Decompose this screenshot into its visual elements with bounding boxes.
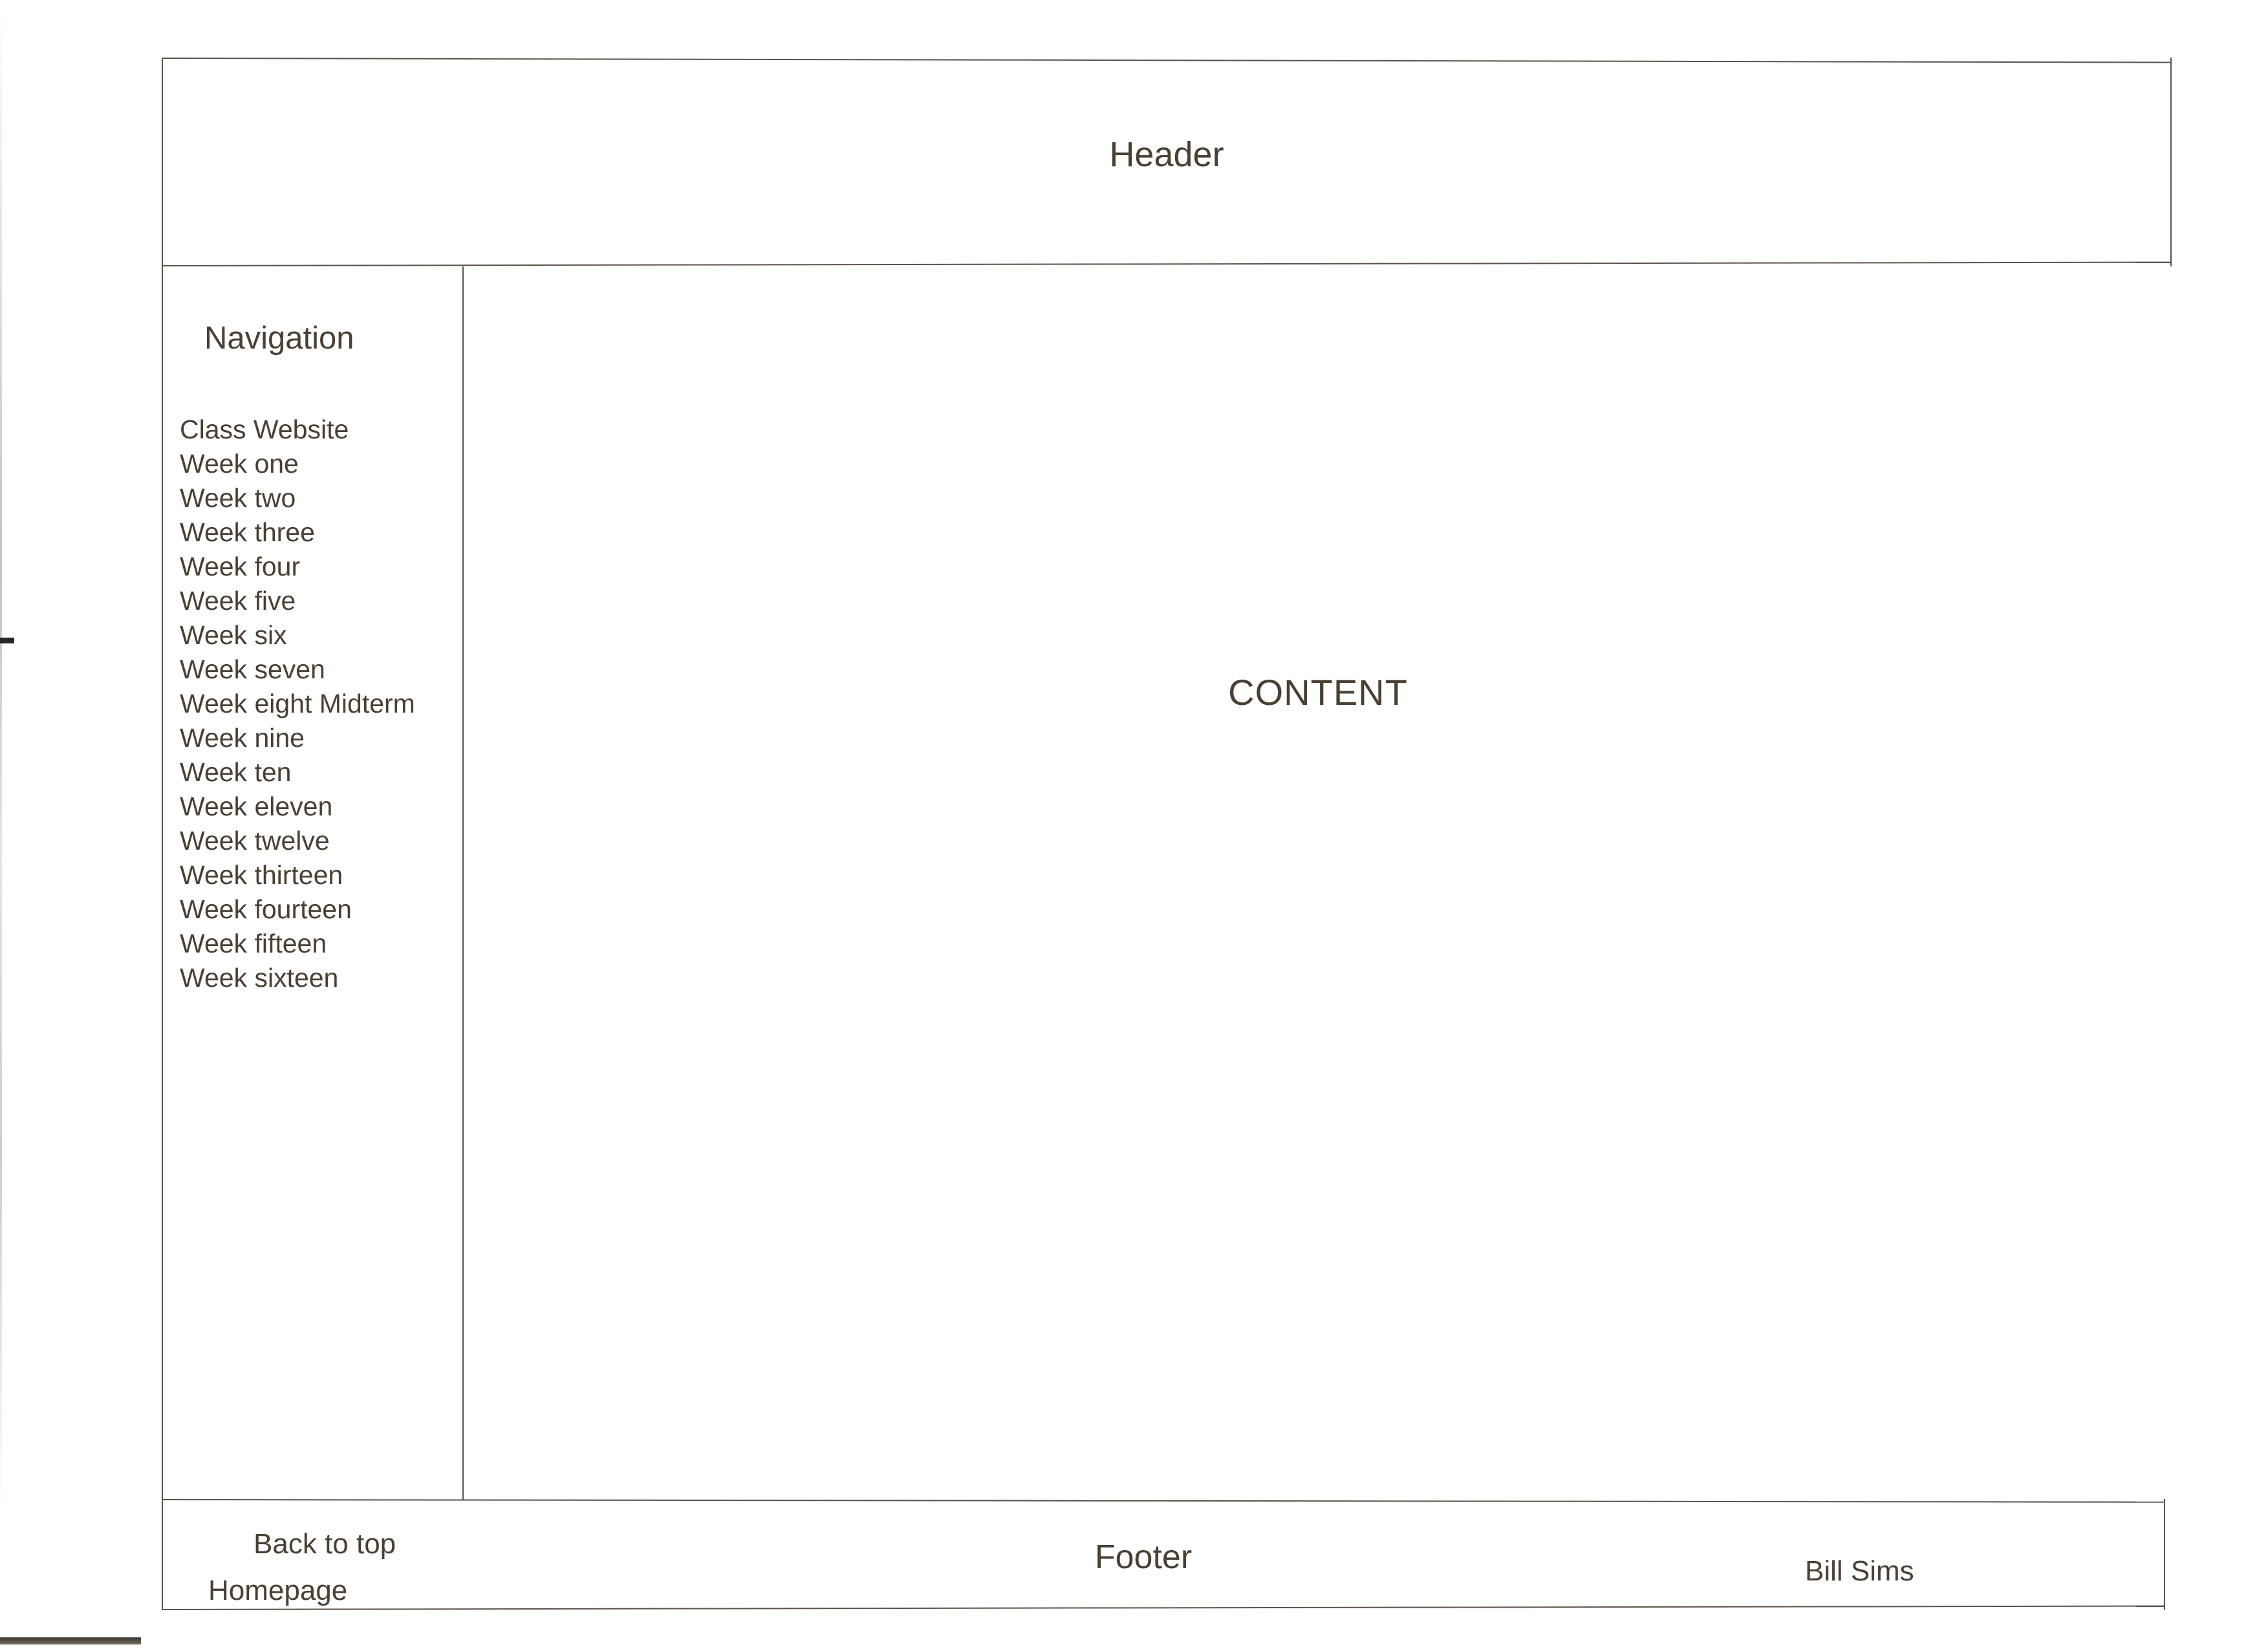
back-to-top-link[interactable]: Back to top	[254, 1530, 396, 1558]
sidebar-item-week-six[interactable]: Week six	[180, 618, 415, 652]
footer-title: Footer	[1094, 1538, 1193, 1576]
sidebar-item-class-website[interactable]: Class Website	[180, 413, 415, 447]
sidebar-item-week-five[interactable]: Week five	[180, 584, 415, 618]
sidebar-item-week-eleven[interactable]: Week eleven	[180, 790, 415, 824]
sidebar-item-week-four[interactable]: Week four	[180, 550, 415, 584]
sidebar-item-week-sixteen[interactable]: Week sixteen	[180, 961, 415, 995]
footer-author: Bill Sims	[1805, 1555, 1914, 1587]
footer-box-bottom-rule	[161, 1605, 2165, 1610]
scan-edge-noise	[0, 0, 2, 1649]
sidebar-item-week-fifteen[interactable]: Week fifteen	[180, 927, 415, 961]
scan-artifact-mark	[0, 638, 14, 643]
body-left-rule	[162, 265, 163, 1500]
content-title: CONTENT	[1228, 672, 1408, 713]
nav-content-divider-rule	[462, 266, 464, 1500]
homepage-link[interactable]: Homepage	[208, 1577, 347, 1605]
scanned-page: Header Navigation Class Website Week one…	[0, 0, 2268, 1649]
scan-artifact-bar	[0, 1637, 141, 1644]
header-box-top-rule	[161, 58, 2172, 63]
sidebar-item-week-thirteen[interactable]: Week thirteen	[180, 858, 415, 892]
sidebar-item-week-two[interactable]: Week two	[180, 481, 415, 515]
footer-box-right-rule	[2164, 1499, 2165, 1610]
footer-box-left-rule	[162, 1499, 163, 1610]
header-box-bottom-rule	[161, 261, 2172, 266]
sidebar-item-week-three[interactable]: Week three	[180, 515, 415, 550]
header-title: Header	[1109, 135, 1224, 174]
sidebar-item-week-fourteen[interactable]: Week fourteen	[180, 892, 415, 927]
sidebar-item-week-twelve[interactable]: Week twelve	[180, 824, 415, 858]
sidebar-item-week-one[interactable]: Week one	[180, 447, 415, 481]
sidebar-item-week-seven[interactable]: Week seven	[180, 652, 415, 687]
sidebar-item-week-nine[interactable]: Week nine	[180, 721, 415, 755]
sidebar-item-week-ten[interactable]: Week ten	[180, 755, 415, 790]
footer-box-top-rule	[161, 1499, 2165, 1503]
sidebar-item-week-eight[interactable]: Week eight Midterm	[180, 687, 415, 721]
navigation-list: Class Website Week one Week two Week thr…	[180, 413, 415, 995]
navigation-heading: Navigation	[204, 321, 354, 356]
